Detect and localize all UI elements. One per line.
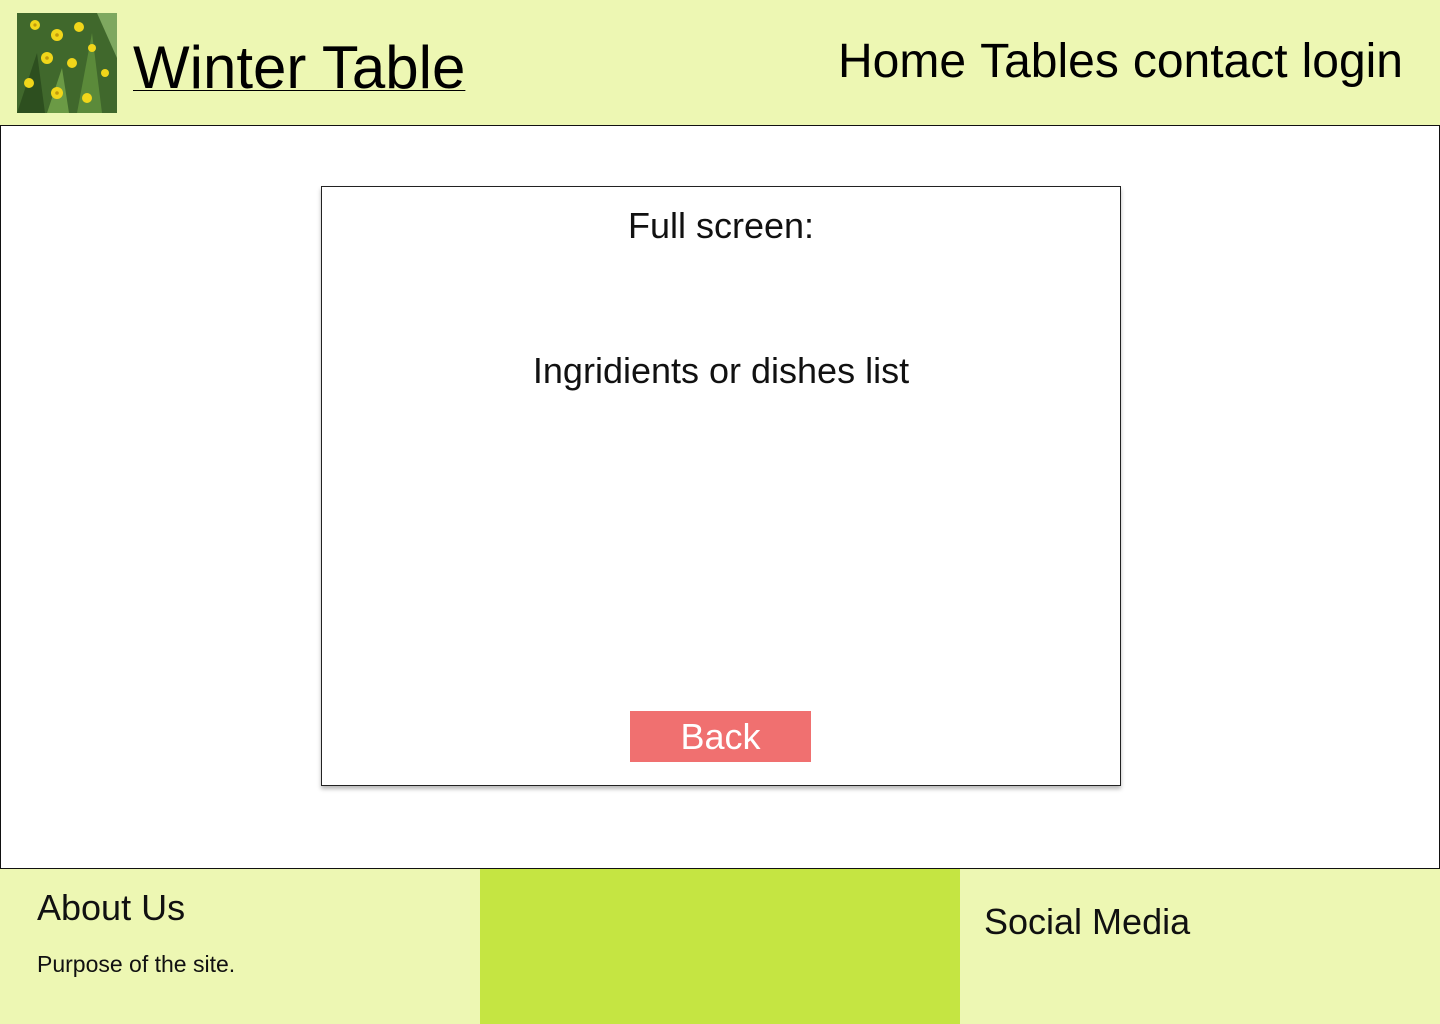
nav-tables-link[interactable]: Tables <box>980 34 1119 90</box>
footer-center-panel <box>480 869 960 1024</box>
footer-social-section: Social Media <box>960 869 1440 1024</box>
nav-login-link[interactable]: login <box>1302 34 1403 90</box>
site-footer: About Us Purpose of the site. Social Med… <box>0 869 1440 1024</box>
logo-image[interactable] <box>17 13 117 113</box>
nav-home-link[interactable]: Home <box>838 34 966 90</box>
ingredients-list: Ingridients or dishes list <box>532 350 910 391</box>
modal-title: Full screen: <box>627 205 815 246</box>
back-button[interactable]: Back <box>630 711 811 762</box>
about-heading: About Us <box>37 887 186 928</box>
fullscreen-modal: Full screen: Ingridients or dishes list … <box>321 186 1121 786</box>
nav-contact-link[interactable]: contact <box>1133 34 1288 90</box>
site-header: Winter Table Home Tables contact login <box>0 0 1440 125</box>
social-media-heading: Social Media <box>984 901 1191 942</box>
about-text: Purpose of the site. <box>37 951 236 977</box>
footer-about-section: About Us Purpose of the site. <box>0 869 480 1024</box>
site-title-link[interactable]: Winter Table <box>133 32 465 104</box>
main-content: Full screen: Ingridients or dishes list … <box>0 125 1440 869</box>
main-nav: Home Tables contact login <box>838 34 1403 90</box>
flower-photo-icon <box>17 13 117 113</box>
